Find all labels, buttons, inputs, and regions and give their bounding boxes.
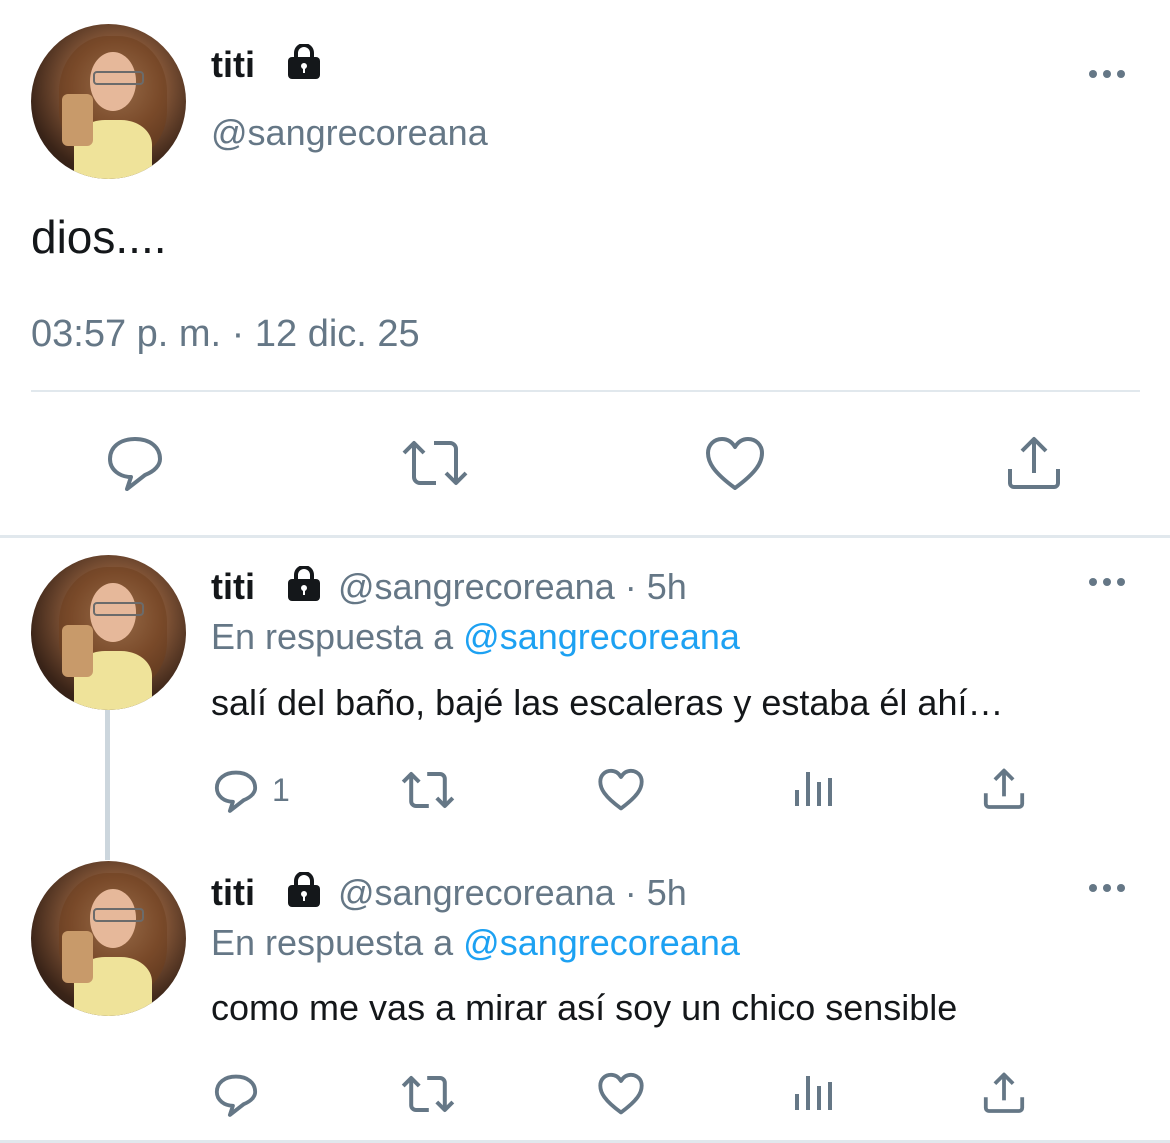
lock-icon: [284, 566, 324, 602]
share-icon[interactable]: [982, 1070, 1026, 1114]
author-handle-meta[interactable]: @sangrecoreana · 5h: [338, 566, 687, 608]
more-icon[interactable]: [1087, 66, 1127, 82]
like-icon[interactable]: [598, 1072, 644, 1116]
tweet-timestamp[interactable]: 03:57 p. m. · 12 dic. 25: [31, 313, 420, 356]
reply-count: 1: [272, 772, 290, 808]
more-icon[interactable]: [1087, 574, 1127, 590]
like-icon[interactable]: [705, 436, 765, 492]
divider: [31, 390, 1140, 392]
tweet-text: dios....: [31, 211, 167, 263]
retweet-icon[interactable]: [400, 1070, 456, 1118]
tweet-text: como me vas a mirar así soy un chico sen…: [211, 987, 958, 1028]
retweet-icon[interactable]: [400, 766, 456, 814]
analytics-icon[interactable]: [793, 1072, 833, 1112]
reply-icon[interactable]: [213, 1072, 259, 1118]
section-divider: [0, 535, 1170, 538]
analytics-icon[interactable]: [793, 768, 833, 808]
share-icon[interactable]: [1005, 433, 1063, 491]
reply-context: En respuesta a @sangrecoreana: [211, 616, 740, 658]
author-name[interactable]: titi: [211, 44, 255, 86]
author-name[interactable]: titi: [211, 872, 255, 914]
like-icon[interactable]: [598, 768, 644, 812]
lock-icon: [284, 44, 324, 80]
reply-to-link[interactable]: @sangrecoreana: [463, 922, 740, 963]
tweet-text: salí del baño, bajé las escaleras y esta…: [211, 682, 1004, 723]
more-icon[interactable]: [1087, 880, 1127, 896]
reply-context: En respuesta a @sangrecoreana: [211, 922, 740, 964]
retweet-icon[interactable]: [400, 433, 470, 493]
reply-icon[interactable]: [105, 433, 165, 493]
avatar[interactable]: [31, 24, 186, 179]
author-handle[interactable]: @sangrecoreana: [211, 112, 488, 154]
reply-icon[interactable]: [213, 768, 259, 814]
share-icon[interactable]: [982, 766, 1026, 810]
author-handle-meta[interactable]: @sangrecoreana · 5h: [338, 872, 687, 914]
lock-icon: [284, 872, 324, 908]
reply-prefix: En respuesta a: [211, 922, 454, 963]
avatar[interactable]: [31, 555, 186, 710]
reply-prefix: En respuesta a: [211, 616, 454, 657]
reply-to-link[interactable]: @sangrecoreana: [463, 616, 740, 657]
avatar[interactable]: [31, 861, 186, 1016]
author-name[interactable]: titi: [211, 566, 255, 608]
thread-connector: [105, 710, 110, 860]
